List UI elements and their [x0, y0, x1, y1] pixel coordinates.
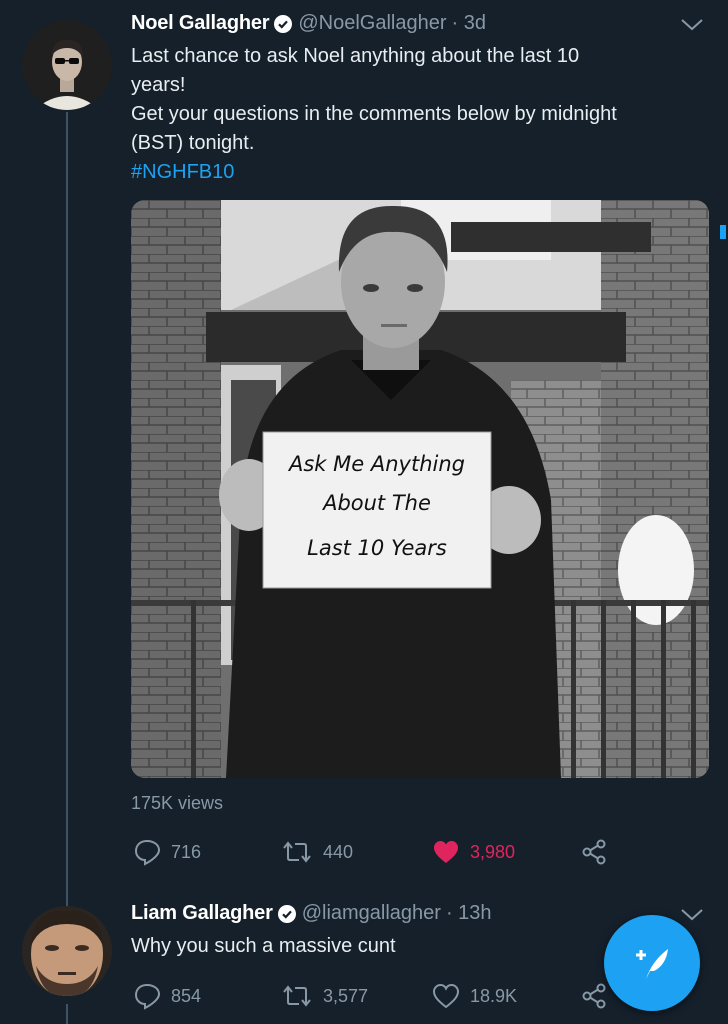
like-button[interactable]: 3,980 — [432, 838, 515, 866]
display-name[interactable]: Noel Gallagher — [131, 12, 270, 35]
tweet-header: Noel Gallagher @NoelGallagher · 3d — [131, 12, 486, 35]
tweet-text: Why you such a massive cunt — [131, 935, 396, 957]
reply-button[interactable]: 854 — [133, 982, 201, 1010]
retweet-icon — [283, 841, 311, 863]
sign-line-1: Ask Me Anything — [287, 452, 465, 476]
compose-tweet-button[interactable] — [604, 915, 700, 1011]
sign-line-2: About The — [321, 491, 431, 515]
retweet-count: 3,577 — [323, 985, 369, 1006]
heart-icon — [432, 983, 460, 1009]
thread-connector-line — [66, 1004, 68, 1024]
timestamp[interactable]: · 3d — [452, 12, 486, 35]
tweet-text-line: Last chance to ask Noel anything about t… — [131, 45, 580, 67]
timestamp[interactable]: · 13h — [446, 902, 492, 925]
compose-tweet-icon — [636, 949, 668, 979]
retweet-button[interactable]: 3,577 — [281, 982, 368, 1010]
reply-count: 854 — [171, 985, 202, 1006]
thread-connector-line — [66, 112, 68, 912]
verified-badge-icon — [277, 904, 296, 923]
heart-icon — [434, 841, 458, 863]
retweet-button[interactable]: 440 — [281, 838, 353, 866]
handle[interactable]: @NoelGallagher — [298, 12, 446, 35]
tweet-video-thumbnail[interactable]: Ask Me Anything About The Last 10 Years — [131, 200, 709, 778]
view-count: 175K views — [131, 793, 224, 813]
avatar[interactable] — [22, 906, 112, 996]
tweet-text-line: Get your questions in the comments below… — [131, 103, 617, 125]
avatar[interactable] — [22, 20, 112, 110]
like-count: 18.9K — [470, 985, 518, 1006]
scroll-indicator — [720, 225, 726, 239]
reply-icon — [134, 839, 161, 866]
reply-count: 716 — [171, 841, 202, 862]
hashtag-link[interactable]: #NGHFB10 — [131, 158, 711, 187]
display-name[interactable]: Liam Gallagher — [131, 902, 273, 925]
chevron-down-icon[interactable] — [680, 902, 704, 928]
like-count: 3,980 — [470, 841, 516, 862]
share-icon — [582, 839, 606, 865]
reply-button[interactable]: 716 — [133, 838, 201, 866]
tweet-header: Liam Gallagher @liamgallagher · 13h — [131, 902, 492, 925]
sign-line-3: Last 10 Years — [307, 536, 447, 560]
handle[interactable]: @liamgallagher — [302, 902, 441, 925]
chevron-down-icon[interactable] — [680, 12, 704, 38]
verified-badge-icon — [274, 14, 293, 33]
tweet-text: Last chance to ask Noel anything about t… — [131, 42, 711, 187]
tweet-text-line: years! — [131, 74, 186, 96]
tweet-text-line: (BST) tonight. — [131, 132, 255, 154]
share-button[interactable] — [580, 838, 618, 866]
share-icon — [582, 983, 606, 1009]
reply-icon — [134, 983, 161, 1010]
retweet-count: 440 — [323, 841, 354, 862]
like-button[interactable]: 18.9K — [432, 982, 517, 1010]
retweet-icon — [283, 985, 311, 1007]
